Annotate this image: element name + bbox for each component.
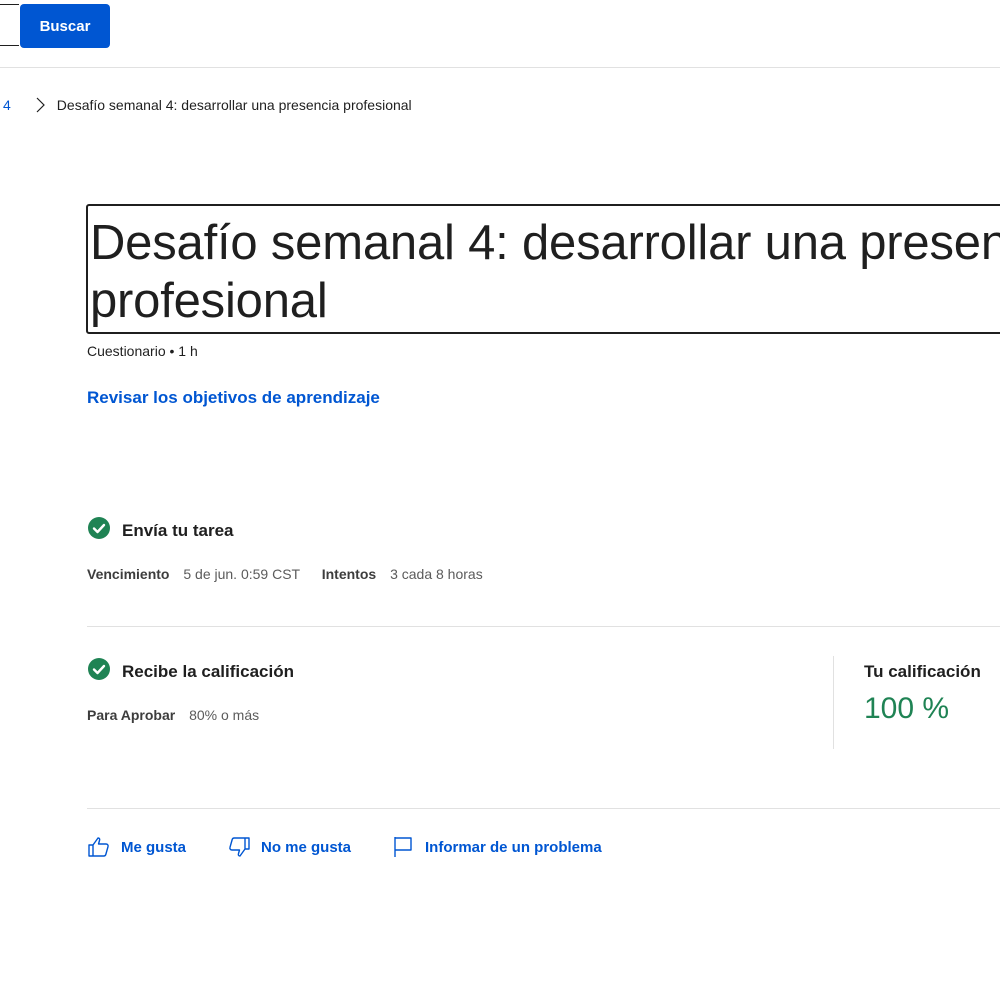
breadcrumb: 4 Desafío semanal 4: desarrollar una pre… (0, 94, 412, 116)
report-problem-label: Informar de un problema (425, 838, 602, 856)
learning-objectives-link[interactable]: Revisar los objetivos de aprendizaje (87, 388, 380, 408)
your-grade-label: Tu calificación (864, 662, 981, 681)
dislike-button[interactable]: No me gusta (227, 833, 351, 861)
grade-section-title: Recibe la calificación (122, 662, 294, 681)
your-grade-value: 100 % (864, 692, 950, 725)
thumbs-up-icon (88, 837, 109, 857)
breadcrumb-item-current: Desafío semanal 4: desarrollar una prese… (56, 97, 412, 113)
grade-details: Para Aprobar 80% o más (87, 707, 259, 723)
due-label: Vencimiento (87, 566, 170, 582)
check-circle-icon (88, 517, 110, 539)
like-label: Me gusta (121, 838, 187, 856)
page-title-focus-box: Desafío semanal 4: desarrollar una prese… (86, 204, 1000, 334)
pass-label: Para Aprobar (87, 707, 176, 723)
submit-details: Vencimiento 5 de jun. 0:59 CST Intentos … (87, 566, 483, 582)
submit-section-title: Envía tu tarea (122, 521, 234, 540)
section-divider (87, 808, 1000, 809)
search-input[interactable] (0, 4, 19, 46)
like-button[interactable]: Me gusta (87, 833, 186, 861)
search-button[interactable]: Buscar (20, 4, 110, 48)
breadcrumb-item-module[interactable]: 4 (3, 97, 11, 113)
due-value: 5 de jun. 0:59 CST (183, 566, 300, 582)
section-divider (87, 626, 1000, 627)
report-problem-button[interactable]: Informar de un problema (391, 833, 602, 861)
assignment-meta: Cuestionario • 1 h (87, 343, 198, 359)
attempts-value: 3 cada 8 horas (390, 566, 483, 582)
page-title: Desafío semanal 4: desarrollar una prese… (90, 216, 1000, 328)
chevron-right-icon (36, 97, 45, 113)
thumbs-down-icon (229, 837, 250, 857)
header-divider (0, 67, 1000, 68)
check-circle-icon (88, 658, 110, 680)
page: Buscar 4 Desafío semanal 4: desarrollar … (0, 0, 1000, 1000)
grade-vertical-divider (833, 656, 834, 749)
attempts-label: Intentos (321, 566, 377, 582)
flag-icon (394, 837, 412, 857)
pass-value: 80% o más (189, 707, 260, 723)
dislike-label: No me gusta (261, 838, 352, 856)
